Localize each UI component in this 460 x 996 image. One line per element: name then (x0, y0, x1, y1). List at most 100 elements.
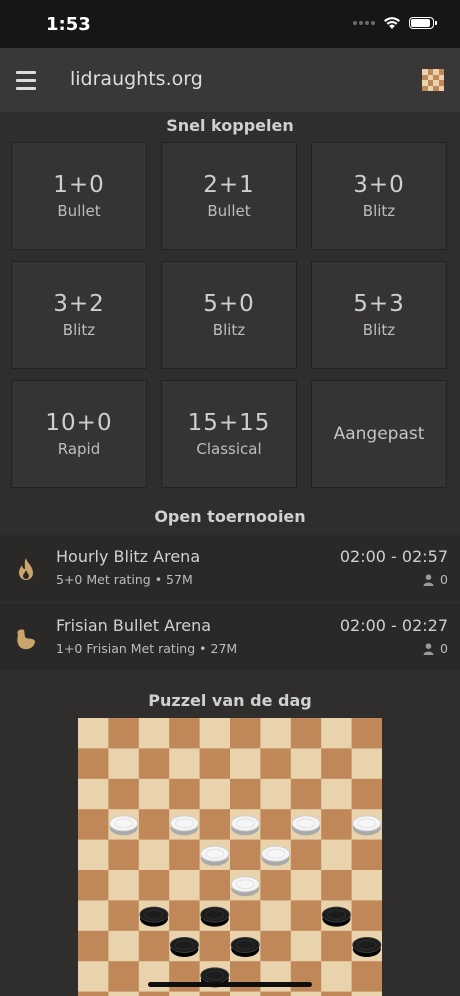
board-square[interactable] (260, 900, 292, 932)
board-square[interactable] (108, 961, 140, 993)
white-piece[interactable] (230, 876, 260, 897)
pool-tile-3-2[interactable]: 3+2 Blitz (11, 261, 147, 369)
board-square[interactable] (169, 961, 201, 993)
board-square[interactable] (169, 748, 201, 780)
tournament-row[interactable]: Hourly Blitz Arena 5+0 Met rating • 57M 02… (0, 535, 460, 601)
black-piece[interactable] (352, 937, 382, 958)
board-square[interactable] (321, 930, 353, 962)
board-square[interactable] (230, 778, 261, 810)
pool-tile-1-0[interactable]: 1+0 Bullet (11, 142, 147, 250)
board-square[interactable] (199, 809, 231, 841)
board-square[interactable] (321, 870, 353, 901)
board-square[interactable] (108, 991, 140, 996)
board-square[interactable] (290, 778, 322, 810)
board-square[interactable] (199, 778, 231, 810)
board-square[interactable] (108, 900, 140, 932)
board-square[interactable] (230, 839, 261, 871)
board-square[interactable] (260, 718, 292, 749)
board-square[interactable] (321, 748, 353, 780)
board-square[interactable] (290, 839, 322, 871)
board-square[interactable] (351, 870, 382, 901)
board-square[interactable] (351, 900, 382, 932)
board-square[interactable] (138, 748, 170, 780)
board-square[interactable] (108, 870, 140, 901)
board-square[interactable] (230, 748, 261, 780)
board-square[interactable] (321, 809, 353, 841)
board-square[interactable] (108, 748, 140, 780)
board-square[interactable] (290, 718, 322, 749)
white-piece[interactable] (261, 845, 291, 866)
board-settings-icon[interactable] (422, 69, 444, 91)
board-square[interactable] (78, 778, 109, 810)
board-square[interactable] (290, 748, 322, 780)
pool-tile-5-3[interactable]: 5+3 Blitz (311, 261, 447, 369)
board-square[interactable] (108, 778, 140, 810)
board-square[interactable] (78, 991, 109, 996)
board-square[interactable] (260, 930, 292, 962)
board-square[interactable] (260, 961, 292, 993)
board-square[interactable] (138, 718, 170, 749)
board-square[interactable] (351, 748, 382, 780)
board-square[interactable] (199, 991, 231, 996)
pool-tile-2-1[interactable]: 2+1 Bullet (161, 142, 297, 250)
board-square[interactable] (199, 870, 231, 901)
board-square[interactable] (78, 839, 109, 871)
board-square[interactable] (290, 930, 322, 962)
board-square[interactable] (138, 809, 170, 841)
board-square[interactable] (321, 778, 353, 810)
board-square[interactable] (138, 778, 170, 810)
board-square[interactable] (78, 930, 109, 962)
board-square[interactable] (230, 900, 261, 932)
board-square[interactable] (260, 991, 292, 996)
board-square[interactable] (260, 870, 292, 901)
pool-tile-15-15[interactable]: 15+15 Classical (161, 380, 297, 488)
board-square[interactable] (321, 961, 353, 993)
board-square[interactable] (230, 718, 261, 749)
board-square[interactable] (138, 839, 170, 871)
black-piece[interactable] (321, 906, 351, 927)
board-square[interactable] (260, 748, 292, 780)
board-square[interactable] (138, 961, 170, 993)
board-square[interactable] (230, 991, 261, 996)
pool-tile-10-0[interactable]: 10+0 Rapid (11, 380, 147, 488)
black-piece[interactable] (169, 937, 199, 958)
board-square[interactable] (290, 870, 322, 901)
board-square[interactable] (138, 991, 170, 996)
white-piece[interactable] (200, 845, 230, 866)
board-square[interactable] (290, 961, 322, 993)
white-piece[interactable] (169, 815, 199, 836)
black-piece[interactable] (230, 937, 260, 958)
board-square[interactable] (108, 930, 140, 962)
board-square[interactable] (78, 748, 109, 780)
board-square[interactable] (351, 991, 382, 996)
board-square[interactable] (351, 718, 382, 749)
board-square[interactable] (169, 900, 201, 932)
board-square[interactable] (78, 900, 109, 932)
custom-game-button[interactable]: Aangepast (311, 380, 447, 488)
board-square[interactable] (351, 839, 382, 871)
board-square[interactable] (169, 870, 201, 901)
board-square[interactable] (260, 778, 292, 810)
board-square[interactable] (78, 961, 109, 993)
board-square[interactable] (78, 809, 109, 841)
board-square[interactable] (321, 991, 353, 996)
board-square[interactable] (108, 718, 140, 749)
tournament-row[interactable]: Frisian Bullet Arena 1+0 Frisian Met rati… (0, 604, 460, 670)
white-piece[interactable] (291, 815, 321, 836)
board-square[interactable] (199, 930, 231, 962)
white-piece[interactable] (109, 815, 139, 836)
board-square[interactable] (321, 839, 353, 871)
board-square[interactable] (169, 778, 201, 810)
white-piece[interactable] (352, 815, 382, 836)
board-square[interactable] (78, 718, 109, 749)
board-square[interactable] (351, 778, 382, 810)
board-square[interactable] (199, 748, 231, 780)
black-piece[interactable] (200, 906, 230, 927)
board-square[interactable] (321, 718, 353, 749)
white-piece[interactable] (230, 815, 260, 836)
board-square[interactable] (290, 991, 322, 996)
board-square[interactable] (290, 900, 322, 932)
pool-tile-5-0[interactable]: 5+0 Blitz (161, 261, 297, 369)
board-square[interactable] (169, 718, 201, 749)
board-square[interactable] (138, 930, 170, 962)
